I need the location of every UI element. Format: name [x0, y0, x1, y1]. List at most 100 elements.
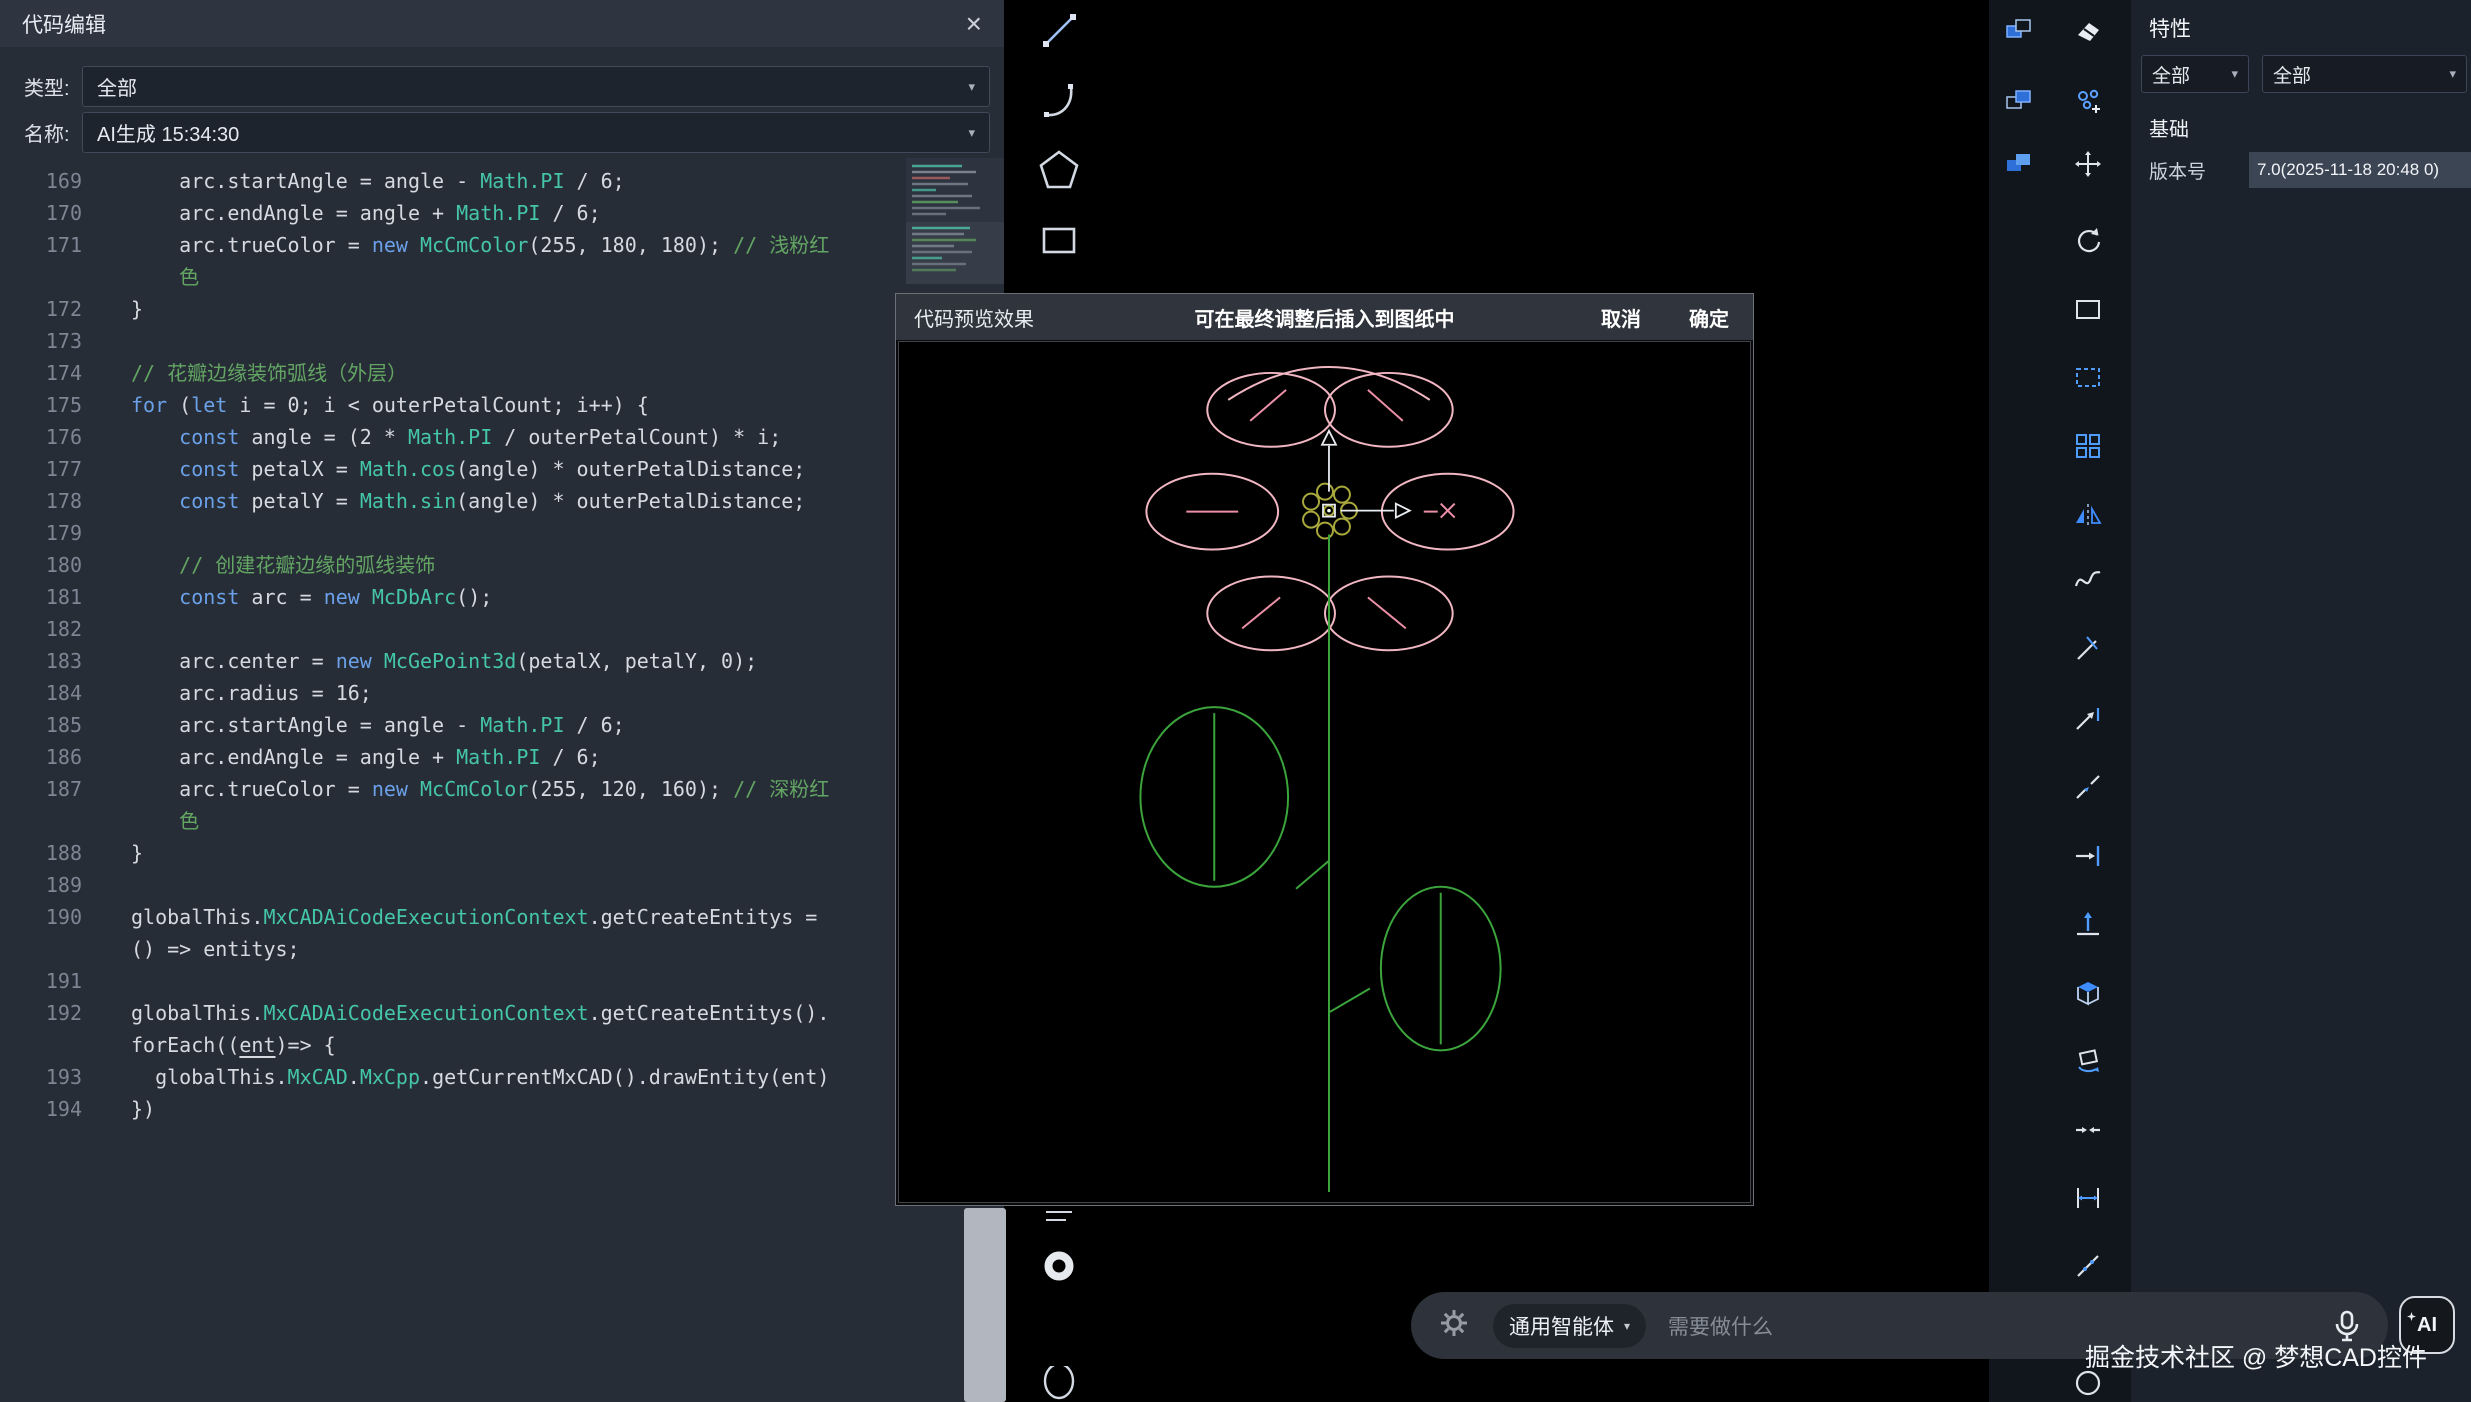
code-line[interactable]: 189: [0, 869, 1004, 901]
join-icon[interactable]: [2064, 1106, 2112, 1154]
line-number: 187: [0, 773, 82, 805]
type-select-value: 全部: [97, 72, 137, 101]
properties-section-basic: 基础: [2131, 105, 2471, 152]
code-line[interactable]: 181 const arc = new McDbArc();: [0, 581, 1004, 613]
code-line[interactable]: 182: [0, 613, 1004, 645]
viewport-icon[interactable]: [2064, 285, 2112, 333]
line-tool-icon[interactable]: [1032, 3, 1086, 57]
selection-box-icon[interactable]: [2064, 353, 2112, 401]
sparkle-icon: [2407, 1304, 2416, 1327]
break-icon[interactable]: [2064, 764, 2112, 812]
property-value[interactable]: 7.0(2025-11-18 20:48 0): [2249, 152, 2471, 188]
spline-icon[interactable]: [2064, 556, 2112, 604]
type-select[interactable]: 全部 ▾: [82, 66, 990, 107]
code-line[interactable]: 193 globalThis.MxCAD.MxCpp.getCurrentMxC…: [0, 1061, 1004, 1093]
code-line[interactable]: 171 arc.trueColor = new McCmColor(255, 1…: [0, 229, 1004, 261]
code-line[interactable]: forEach((ent)=> {: [0, 1029, 1004, 1061]
line-number: 172: [0, 293, 82, 325]
code-editor-titlebar: 代码编辑 ×: [0, 0, 1004, 47]
code-line[interactable]: 172}: [0, 293, 1004, 325]
layout-stack-icon[interactable]: [1995, 140, 2043, 188]
ai-badge-label: AI: [2417, 1314, 2437, 1337]
code-line[interactable]: 188}: [0, 837, 1004, 869]
elevate-icon[interactable]: [2064, 900, 2112, 948]
extend-icon[interactable]: [2064, 696, 2112, 744]
donut-tool-icon[interactable]: [1032, 1239, 1086, 1293]
gear-icon[interactable]: [1437, 1306, 1471, 1345]
polygon-tool-icon[interactable]: [1032, 143, 1086, 197]
code-line[interactable]: 186 arc.endAngle = angle + Math.PI / 6;: [0, 741, 1004, 773]
line-number: 180: [0, 549, 82, 581]
move-icon[interactable]: [2064, 140, 2112, 188]
editor-scrollbar[interactable]: [964, 1208, 1006, 1402]
code-line[interactable]: 色: [0, 261, 1004, 293]
code-line[interactable]: 185 arc.startAngle = angle - Math.PI / 6…: [0, 709, 1004, 741]
code-line[interactable]: 169 arc.startAngle = angle - Math.PI / 6…: [0, 165, 1004, 197]
layout-cascade-icon[interactable]: [1995, 6, 2043, 54]
line-number: 175: [0, 389, 82, 421]
code-line[interactable]: 174// 花瓣边缘装饰弧线（外层）: [0, 357, 1004, 389]
stretch-icon[interactable]: [2064, 832, 2112, 880]
code-editor-filters: 类型: 全部 ▾ 名称: AI生成 15:34:30 ▾: [0, 47, 1004, 153]
distance-icon[interactable]: [2064, 1174, 2112, 1222]
property-label: 版本号: [2149, 157, 2249, 184]
code-line[interactable]: 192globalThis.MxCADAiCodeExecutionContex…: [0, 997, 1004, 1029]
line-number: 186: [0, 741, 82, 773]
box-3d-icon[interactable]: [2064, 969, 2112, 1017]
code-line[interactable]: 183 arc.center = new McGePoint3d(petalX,…: [0, 645, 1004, 677]
code-line[interactable]: 191: [0, 965, 1004, 997]
close-icon[interactable]: ×: [966, 10, 982, 38]
code-line[interactable]: 177 const petalX = Math.cos(angle) * out…: [0, 453, 1004, 485]
ok-button[interactable]: 确定: [1689, 303, 1729, 332]
code-line[interactable]: 色: [0, 805, 1004, 837]
code-line[interactable]: 180 // 创建花瓣边缘的弧线装饰: [0, 549, 1004, 581]
properties-panel: 特性 全部 ▾ 全部 ▾ 基础 版本号 7.0(2025-11-18 20:48…: [2131, 0, 2471, 1402]
mirror-icon[interactable]: [2064, 491, 2112, 539]
divide-icon[interactable]: [2064, 1242, 2112, 1290]
code-line[interactable]: 187 arc.trueColor = new McCmColor(255, 1…: [0, 773, 1004, 805]
watermark-text: 掘金技术社区 @ 梦想CAD控件: [2085, 1338, 2427, 1374]
line-number: 179: [0, 517, 82, 549]
code-line[interactable]: 194}): [0, 1093, 1004, 1125]
code-line[interactable]: 179: [0, 517, 1004, 549]
tile-viewports-icon[interactable]: [2064, 422, 2112, 470]
code-area[interactable]: 169 arc.startAngle = angle - Math.PI / 6…: [0, 165, 1004, 1402]
line-number: 184: [0, 677, 82, 709]
rotate-icon[interactable]: [2064, 216, 2112, 264]
minimap[interactable]: [906, 158, 1004, 284]
line-number: 190: [0, 901, 82, 933]
preview-dialog: 代码预览效果 可在最终调整后插入到图纸中 取消 确定: [895, 293, 1754, 1206]
rotate-object-icon[interactable]: [2064, 1037, 2112, 1085]
line-number: 181: [0, 581, 82, 613]
modify-toolbar: [1989, 0, 2131, 1402]
code-line[interactable]: 170 arc.endAngle = angle + Math.PI / 6;: [0, 197, 1004, 229]
layout-overlap-icon[interactable]: [1995, 77, 2043, 125]
line-number: 173: [0, 325, 82, 357]
code-line[interactable]: 178 const petalY = Math.sin(angle) * out…: [0, 485, 1004, 517]
trim-icon[interactable]: [2064, 625, 2112, 673]
line-number: 183: [0, 645, 82, 677]
code-line[interactable]: 175for (let i = 0; i < outerPetalCount; …: [0, 389, 1004, 421]
preview-canvas[interactable]: [898, 341, 1751, 1203]
line-number: 178: [0, 485, 82, 517]
ellipse-tool-icon[interactable]: [1032, 1366, 1086, 1402]
app-root: 代码编辑 × 类型: 全部 ▾ 名称: AI生成 15:34:30 ▾ 169 …: [0, 0, 2471, 1402]
properties-object-select[interactable]: 全部 ▾: [2262, 55, 2467, 93]
code-line[interactable]: () => entitys;: [0, 933, 1004, 965]
point-style-icon[interactable]: [2064, 77, 2112, 125]
properties-filter-select[interactable]: 全部 ▾: [2141, 55, 2249, 93]
agent-selector[interactable]: 通用智能体 ▾: [1493, 1304, 1646, 1348]
line-number: 191: [0, 965, 82, 997]
ai-input[interactable]: 需要做什么: [1668, 1311, 2332, 1341]
code-line[interactable]: 184 arc.radius = 16;: [0, 677, 1004, 709]
arc-tool-icon[interactable]: [1032, 74, 1086, 128]
rectangle-tool-icon[interactable]: [1032, 213, 1086, 267]
line-number: 169: [0, 165, 82, 197]
code-line[interactable]: 190globalThis.MxCADAiCodeExecutionContex…: [0, 901, 1004, 933]
flower-preview-drawing: [899, 342, 1750, 1202]
eraser-icon[interactable]: [2064, 6, 2112, 54]
code-line[interactable]: 176 const angle = (2 * Math.PI / outerPe…: [0, 421, 1004, 453]
code-line[interactable]: 173: [0, 325, 1004, 357]
name-select[interactable]: AI生成 15:34:30 ▾: [82, 112, 990, 153]
cancel-button[interactable]: 取消: [1601, 303, 1641, 332]
